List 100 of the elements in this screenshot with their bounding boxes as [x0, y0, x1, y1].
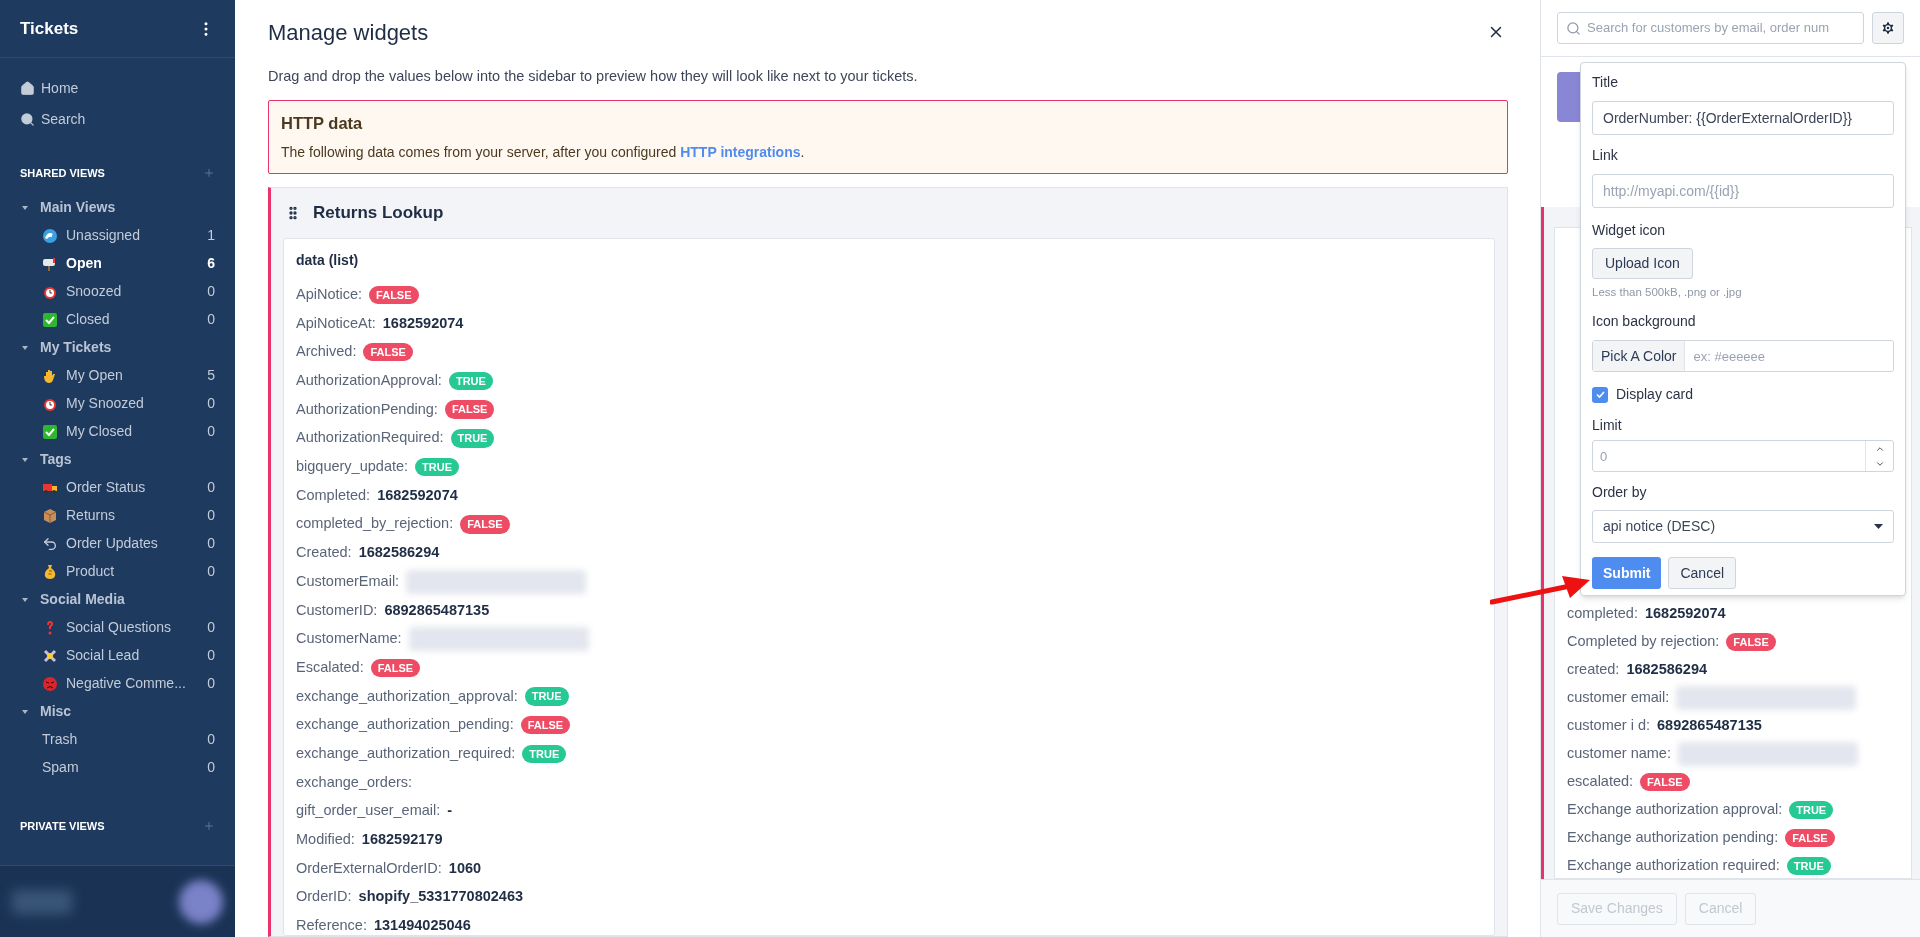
- field-label[interactable]: Archived:: [296, 341, 357, 364]
- field-label[interactable]: created:: [1567, 659, 1620, 681]
- field-label[interactable]: Modified:: [296, 829, 355, 851]
- display-card-checkbox[interactable]: [1592, 386, 1608, 403]
- view-item[interactable]: Snoozed 0: [20, 277, 215, 306]
- field-value: shopify_5331770802463: [358, 887, 524, 907]
- checkbox-label: Display card: [1616, 385, 1694, 405]
- field-label[interactable]: Completed by rejection:: [1567, 631, 1720, 653]
- field-label: Icon background: [1592, 312, 1697, 332]
- group-label[interactable]: Misc: [40, 701, 72, 722]
- view-item[interactable]: Social Lead 0: [20, 641, 215, 670]
- search-box[interactable]: Search for customers by email, order num: [1557, 12, 1864, 44]
- field-label[interactable]: Completed:: [296, 484, 371, 507]
- limit-field[interactable]: 0: [1593, 441, 1865, 472]
- limit-input-group[interactable]: 0: [1592, 440, 1894, 473]
- search-icon: [1566, 20, 1581, 36]
- field-label[interactable]: exchange_orders:: [296, 771, 413, 794]
- field-label[interactable]: gift_order_user_email:: [296, 800, 441, 823]
- view-item[interactable]: Spam 0: [20, 753, 215, 782]
- view-item[interactable]: Closed 0: [20, 305, 215, 334]
- group-label[interactable]: Social Media: [40, 589, 125, 610]
- notice-title: HTTP data: [281, 112, 364, 134]
- boolean-badge: FALSE: [1726, 632, 1776, 652]
- view-item[interactable]: Negative Comme... 0: [20, 669, 215, 698]
- list-title: data (list): [296, 250, 360, 270]
- view-item[interactable]: My Snoozed 0: [20, 389, 215, 418]
- cancel-button[interactable]: Cancel: [1668, 557, 1737, 590]
- boolean-badge: FALSE: [444, 400, 495, 419]
- view-item[interactable]: Open 6: [20, 249, 215, 278]
- field-label[interactable]: Escalated:: [296, 656, 364, 679]
- view-item[interactable]: Returns 0: [20, 501, 215, 530]
- field-label[interactable]: exchange_authorization_approval:: [296, 685, 518, 708]
- view-item[interactable]: Social Questions 0: [20, 613, 215, 642]
- checkbox-icon: [42, 423, 58, 440]
- field-label[interactable]: Exchange authorization pending:: [1567, 827, 1779, 849]
- sparkle-icon: [42, 647, 58, 664]
- color-input-group[interactable]: Pick A Color ex: #eeeeee: [1592, 340, 1894, 373]
- view-item[interactable]: My Closed 0: [20, 417, 215, 446]
- title-field[interactable]: OrderNumber: {{OrderExternalOrderID}}: [1592, 101, 1894, 135]
- search-icon: [20, 112, 35, 127]
- boolean-badge: FALSE: [460, 515, 510, 534]
- submit-button[interactable]: Submit: [1592, 557, 1662, 590]
- color-field[interactable]: ex: #eeeeee: [1685, 341, 1893, 372]
- group-label[interactable]: Tags: [40, 449, 72, 470]
- view-item[interactable]: Order Updates 0: [20, 529, 215, 558]
- field-label[interactable]: CustomerID:: [296, 599, 378, 622]
- field-label[interactable]: Reference:: [296, 915, 367, 935]
- blurred-avatar[interactable]: [179, 879, 223, 924]
- settings-button[interactable]: [1872, 12, 1904, 44]
- field-label[interactable]: AuthorizationRequired:: [296, 427, 444, 450]
- link-field[interactable]: http://myapi.com/{{id}}: [1592, 174, 1894, 208]
- field-label[interactable]: Exchange authorization required:: [1567, 855, 1780, 877]
- field-label[interactable]: Created:: [296, 542, 352, 564]
- field-label[interactable]: CustomerEmail:: [296, 570, 400, 593]
- upload-icon-button[interactable]: Upload Icon: [1592, 248, 1693, 279]
- field-label[interactable]: customer name:: [1567, 743, 1671, 765]
- order-select[interactable]: api notice (DESC): [1592, 510, 1894, 544]
- view-item[interactable]: Unassigned 1: [20, 221, 215, 250]
- view-item[interactable]: Product 0: [20, 557, 215, 586]
- nav-link[interactable]: Search: [20, 109, 215, 130]
- nav-link[interactable]: Home: [20, 78, 215, 99]
- section-heading: PRIVATE VIEWS: [20, 818, 105, 834]
- boolean-badge: TRUE: [450, 429, 495, 448]
- field-label[interactable]: ApiNotice:: [296, 283, 363, 306]
- field-label[interactable]: OrderExternalOrderID:: [296, 857, 442, 880]
- group-label[interactable]: Main Views: [40, 197, 116, 218]
- check-icon: [1594, 389, 1606, 401]
- money-bag-icon: [42, 563, 58, 580]
- field-label[interactable]: AuthorizationApproval:: [296, 370, 442, 392]
- field-label[interactable]: exchange_authorization_required:: [296, 742, 516, 765]
- field-label[interactable]: customer email:: [1567, 687, 1670, 709]
- view-item[interactable]: Order Status 0: [20, 473, 215, 502]
- field-label[interactable]: Exchange authorization approval:: [1567, 799, 1783, 821]
- field-value: 131494025046: [373, 916, 471, 935]
- field-label[interactable]: escalated:: [1567, 771, 1634, 793]
- boolean-badge: TRUE: [415, 457, 460, 477]
- view-item[interactable]: My Open 5: [20, 361, 215, 390]
- field-value: 1682592074: [382, 313, 464, 333]
- customer-search-field[interactable]: Search for customers by email, order num: [1587, 18, 1855, 38]
- wave-icon: [42, 227, 58, 244]
- field-label[interactable]: ApiNoticeAt:: [296, 312, 376, 335]
- widget-title: Returns Lookup: [313, 201, 444, 224]
- field-label[interactable]: completed:: [1567, 603, 1638, 625]
- dialog-description: Drag and drop the values below into the sidebar to preview how they will look like next to your tickets.: [268, 67, 919, 86]
- field-label[interactable]: bigquery_update:: [296, 456, 409, 478]
- boolean-badge: TRUE: [1789, 800, 1834, 820]
- field-label[interactable]: CustomerName:: [296, 628, 402, 650]
- view-item[interactable]: Trash 0: [20, 725, 215, 754]
- field-label[interactable]: exchange_authorization_pending:: [296, 714, 514, 737]
- field-label[interactable]: AuthorizationPending:: [296, 398, 438, 421]
- field-label: Limit: [1592, 416, 1623, 436]
- field-label[interactable]: completed_by_rejection:: [296, 513, 454, 536]
- field-value: 1682592074: [377, 485, 458, 505]
- group-label[interactable]: My Tickets: [40, 337, 112, 358]
- field-value: 1682592074: [1644, 604, 1726, 624]
- boolean-badge: TRUE: [448, 371, 493, 391]
- field-label[interactable]: customer i d:: [1567, 715, 1650, 737]
- field-value: 1682586294: [1626, 660, 1708, 680]
- field-label[interactable]: OrderID:: [296, 886, 352, 909]
- pick-color-button[interactable]: Pick A Color: [1593, 341, 1686, 372]
